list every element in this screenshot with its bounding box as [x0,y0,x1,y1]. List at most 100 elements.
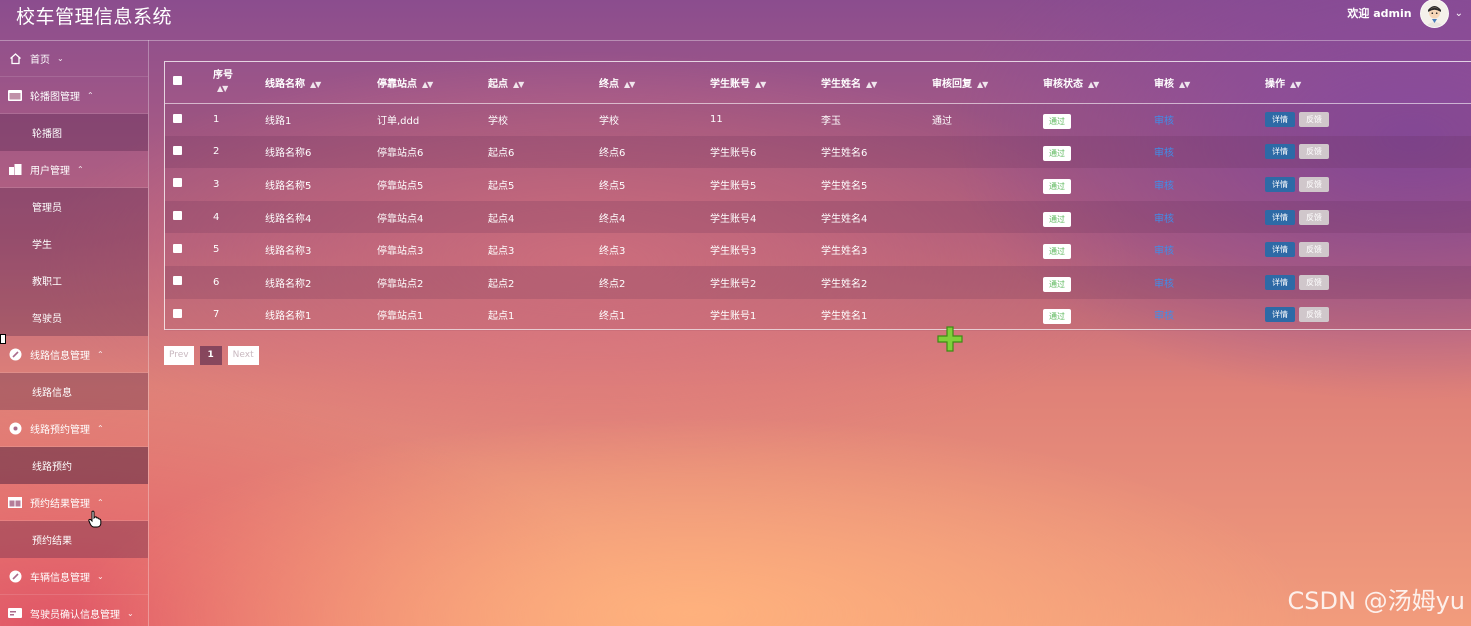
sidebar-item-staff[interactable]: 教职工 [0,262,148,299]
cell-route: 线路1 [265,116,292,128]
row-checkbox[interactable] [173,145,182,155]
booking-icon [8,421,22,435]
table-row: 1 线路1 订单,ddd 学校 学校 11 李玉 通过 通过 审核 详情 反馈 [165,103,1471,136]
sort-icon: ▲▼ [755,79,766,89]
cell-name: 学生姓名5 [821,180,868,192]
audit-link[interactable]: 审核 [1154,311,1174,322]
cell-end: 终点3 [599,246,626,258]
user-menu[interactable]: 欢迎 admin ⌄ [1347,0,1463,28]
feedback-button[interactable]: 反馈 [1299,242,1329,258]
feedback-button[interactable]: 反馈 [1299,112,1329,128]
sidebar-item-result[interactable]: 预约结果 [0,521,148,558]
cell-name: 李玉 [821,116,841,128]
status-badge: 通过 [1043,146,1071,162]
sidebar-item-admin[interactable]: 管理员 [0,188,148,225]
detail-button[interactable]: 详情 [1265,209,1295,225]
column-header-name[interactable]: 学生姓名 ▲▼ [821,62,932,103]
detail-button[interactable]: 详情 [1265,112,1295,128]
row-checkbox[interactable] [173,243,182,253]
cell-stops: 停靠站点3 [377,246,424,258]
column-header-no[interactable]: 序号 ▲▼ [213,62,265,103]
sidebar-group-label: 线路信息管理 [30,350,90,362]
sidebar-group-result[interactable]: 预约结果管理 ⌃ [0,484,148,521]
column-header-reply[interactable]: 审核回复 ▲▼ [932,62,1043,103]
cell-start: 起点6 [488,148,515,160]
feedback-button[interactable]: 反馈 [1299,274,1329,290]
detail-button[interactable]: 详情 [1265,274,1295,290]
row-checkbox[interactable] [173,211,182,221]
current-page[interactable]: 1 [199,346,222,365]
audit-link[interactable]: 审核 [1154,279,1174,290]
column-header-account[interactable]: 学生账号 ▲▼ [710,62,821,103]
cell-start: 起点3 [488,246,515,258]
column-header-start[interactable]: 起点 ▲▼ [488,62,599,103]
status-badge: 通过 [1043,114,1071,130]
row-checkbox[interactable] [173,113,182,123]
feedback-button[interactable]: 反馈 [1299,176,1329,192]
sort-icon: ▲▼ [866,79,877,89]
feedback-button[interactable]: 反馈 [1299,144,1329,160]
chevron-down-icon[interactable]: ⌄ [1455,8,1463,19]
sort-icon: ▲▼ [1088,79,1099,89]
cell-name: 学生姓名1 [821,311,868,323]
prev-page-button[interactable]: Prev [164,346,194,365]
status-badge: 通过 [1043,244,1071,260]
sidebar: 首页 ⌄ 轮播图管理 ⌃ 轮播图 用户管理 ⌃ 管理员 学生 教职工 驾驶员 线… [0,40,149,626]
audit-link[interactable]: 审核 [1154,214,1174,225]
sidebar-item-driver[interactable]: 驾驶员 [0,299,148,336]
detail-button[interactable]: 详情 [1265,307,1295,323]
sidebar-item-route-info[interactable]: 线路信息 [0,373,148,410]
column-header-stops[interactable]: 停靠站点 ▲▼ [377,62,488,103]
column-header-audit[interactable]: 审核 ▲▼ [1154,62,1265,103]
car-icon [8,569,22,583]
cell-stops: 停靠站点1 [377,311,424,323]
sort-icon: ▲▼ [624,79,635,89]
sidebar-group-banner[interactable]: 轮播图管理 ⌃ [0,77,148,114]
cell-end: 终点4 [599,213,626,225]
sidebar-item-banner[interactable]: 轮播图 [0,114,148,151]
cell-name: 学生姓名3 [821,246,868,258]
detail-button[interactable]: 详情 [1265,176,1295,192]
select-all-checkbox[interactable] [173,76,182,86]
sidebar-item-home[interactable]: 首页 ⌄ [0,40,148,77]
row-checkbox[interactable] [173,276,182,286]
sort-icon: ▲▼ [977,79,988,89]
column-header-actions[interactable]: 操作 ▲▼ [1265,62,1471,103]
person-avatar-icon[interactable] [1419,0,1449,28]
audit-link[interactable]: 审核 [1154,181,1174,192]
audit-link[interactable]: 审核 [1154,246,1174,257]
sidebar-group-users[interactable]: 用户管理 ⌃ [0,151,148,188]
column-header-route[interactable]: 线路名称 ▲▼ [265,62,377,103]
status-badge: 通过 [1043,178,1071,194]
sidebar-group-route[interactable]: 线路信息管理 ⌃ [0,336,148,373]
audit-link[interactable]: 审核 [1154,116,1174,127]
row-checkbox[interactable] [173,308,182,318]
sidebar-item-booking[interactable]: 线路预约 [0,447,148,484]
column-header-status[interactable]: 审核状态 ▲▼ [1043,62,1154,103]
cell-start: 起点5 [488,180,515,192]
chevron-up-icon: ⌃ [97,349,104,359]
table-row: 7 线路名称1 停靠站点1 起点1 终点1 学生账号1 学生姓名1 通过 审核 详情 反馈 [165,298,1471,332]
cell-start: 起点1 [488,311,515,323]
audit-link[interactable]: 审核 [1154,148,1174,159]
cell-no: 6 [213,276,220,288]
cell-no: 7 [213,309,220,321]
row-checkbox[interactable] [173,178,182,188]
sidebar-item-student[interactable]: 学生 [0,225,148,262]
column-header-end[interactable]: 终点 ▲▼ [599,62,710,103]
feedback-button[interactable]: 反馈 [1299,307,1329,323]
app-title: 校车管理信息系统 [16,6,173,28]
cell-account: 学生账号1 [710,311,757,323]
cell-account: 学生账号3 [710,246,757,258]
cell-end: 终点2 [599,278,626,290]
sidebar-group-label: 轮播图管理 [30,91,80,103]
sidebar-group-booking[interactable]: 线路预约管理 ⌃ [0,410,148,447]
next-page-button[interactable]: Next [227,346,259,365]
sidebar-group-vehicle[interactable]: 车辆信息管理 ⌄ [0,558,148,595]
cell-name: 学生姓名4 [821,213,868,225]
sidebar-group-driver-confirm[interactable]: 驾驶员确认信息管理 ⌄ [0,595,148,626]
feedback-button[interactable]: 反馈 [1299,209,1329,225]
detail-button[interactable]: 详情 [1265,144,1295,160]
detail-button[interactable]: 详情 [1265,242,1295,258]
chevron-down-icon: ⌄ [97,571,104,581]
